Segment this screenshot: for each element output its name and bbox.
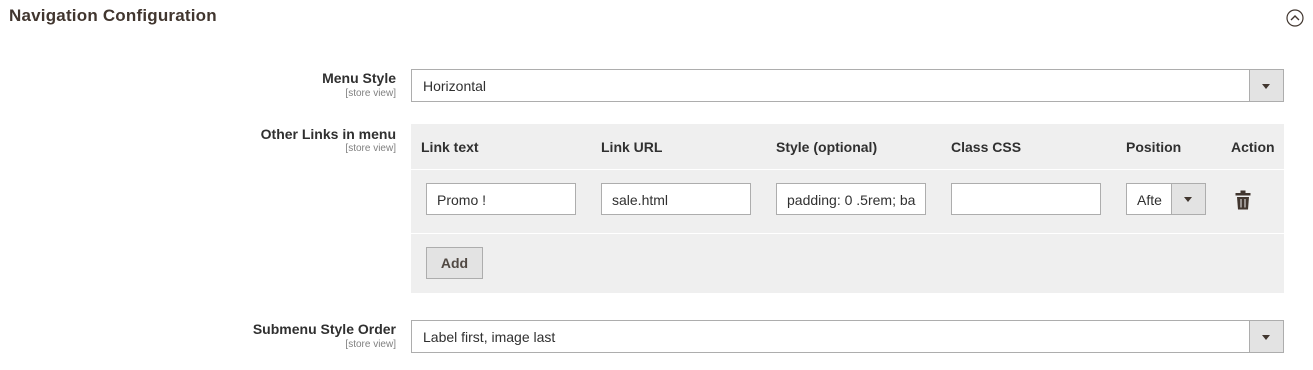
column-header-class-css: Class CSS bbox=[951, 139, 1022, 155]
link-text-value: Promo ! bbox=[437, 192, 487, 208]
link-url-input[interactable]: sale.html bbox=[601, 183, 751, 215]
submenu-style-order-scope: [store view] bbox=[345, 339, 396, 350]
menu-style-select[interactable]: Horizontal bbox=[411, 69, 1284, 102]
column-header-link-url: Link URL bbox=[601, 139, 663, 155]
other-links-scope: [store view] bbox=[345, 143, 396, 154]
link-url-value: sale.html bbox=[612, 192, 669, 208]
position-select[interactable]: Afte bbox=[1126, 183, 1206, 215]
other-links-label: Other Links in menu bbox=[260, 126, 396, 142]
submenu-style-order-value: Label first, image last bbox=[423, 329, 556, 345]
position-dropdown-button[interactable] bbox=[1171, 184, 1205, 214]
other-links-grid: Link text Link URL Style (optional) Clas… bbox=[411, 124, 1284, 293]
column-header-style: Style (optional) bbox=[776, 139, 878, 155]
add-link-button[interactable]: Add bbox=[426, 247, 483, 279]
menu-style-scope: [store view] bbox=[345, 88, 396, 99]
trash-icon[interactable] bbox=[1235, 190, 1251, 210]
position-value: Afte bbox=[1137, 192, 1162, 208]
row-divider bbox=[411, 233, 1284, 234]
menu-style-dropdown-button[interactable] bbox=[1249, 70, 1283, 101]
section-title[interactable]: Navigation Configuration bbox=[9, 6, 217, 26]
column-header-link-text: Link text bbox=[421, 139, 479, 155]
column-header-action: Action bbox=[1231, 139, 1275, 155]
style-input[interactable]: padding: 0 .5rem; ba bbox=[776, 183, 926, 215]
chevron-down-icon bbox=[1262, 84, 1270, 89]
link-text-input[interactable]: Promo ! bbox=[426, 183, 576, 215]
style-value: padding: 0 .5rem; ba bbox=[787, 192, 916, 208]
chevron-down-icon bbox=[1184, 197, 1192, 202]
chevron-up-circle-icon[interactable] bbox=[1286, 9, 1304, 27]
row-divider bbox=[411, 169, 1284, 170]
menu-style-value: Horizontal bbox=[423, 78, 487, 94]
submenu-style-order-label: Submenu Style Order bbox=[252, 321, 396, 337]
menu-style-label: Menu Style bbox=[322, 70, 396, 86]
class-css-input[interactable] bbox=[951, 183, 1101, 215]
column-header-position: Position bbox=[1126, 139, 1182, 155]
chevron-down-icon bbox=[1262, 335, 1270, 340]
submenu-style-order-select[interactable]: Label first, image last bbox=[411, 320, 1284, 353]
submenu-style-order-dropdown-button[interactable] bbox=[1249, 321, 1283, 352]
